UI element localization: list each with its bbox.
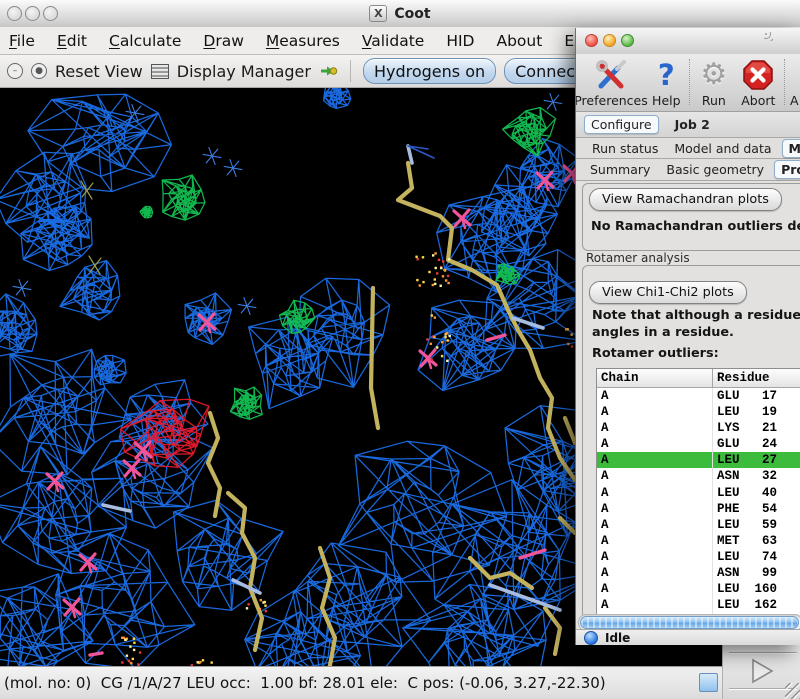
help-label: Help — [652, 93, 681, 108]
toolbar-separator — [689, 59, 691, 105]
preferences-label: Preferences — [575, 93, 648, 108]
menu-item-draw[interactable]: Draw — [203, 32, 244, 50]
table-row[interactable]: AGLU 17 — [597, 388, 800, 404]
dialog-close-button[interactable] — [585, 34, 598, 47]
dialog-toolbar: Preferences ? Help ⚙ Run — [576, 54, 800, 112]
go-arrow-icon[interactable] — [319, 64, 338, 78]
tab-configure[interactable]: Configure — [584, 115, 659, 134]
abort-label: Abort — [741, 93, 775, 108]
help-button[interactable]: ? Help — [646, 57, 687, 108]
tab-summary[interactable]: Summary — [584, 161, 656, 178]
help-question-icon: ? — [658, 57, 675, 93]
resize-grip[interactable] — [785, 683, 800, 699]
preferences-tools-icon — [594, 57, 628, 93]
abort-button[interactable]: Abort — [735, 57, 781, 108]
dialog-minimize-button[interactable] — [603, 34, 616, 47]
hydrogens-toggle-button[interactable]: Hydrogens on — [363, 58, 496, 84]
run-button[interactable]: ⚙ Run — [693, 57, 736, 108]
tab-molprobit[interactable]: MolProbit — [782, 139, 800, 158]
abort-octagon-icon — [742, 57, 774, 93]
tab-run-status[interactable]: Run status — [586, 140, 664, 157]
rotamer-note-line2: angles in a residue. — [592, 325, 734, 340]
window-minimize-button[interactable] — [25, 6, 40, 21]
main-titlebar[interactable]: X Coot — [0, 0, 800, 28]
toolbar-separator — [350, 60, 351, 82]
run-gear-icon: ⚙ — [700, 57, 727, 93]
table-row[interactable]: ALEU 59 — [597, 517, 800, 533]
table-row[interactable]: ALEU 74 — [597, 549, 800, 565]
zoom-dot-icon[interactable]: ● — [31, 63, 47, 79]
table-row[interactable]: ALEU 160 — [597, 581, 800, 597]
menu-item-measures[interactable]: Measures — [266, 32, 340, 50]
rotamer-outliers-label: Rotamer outliers: — [592, 346, 719, 361]
ramachandran-status-text: No Ramachandran outliers detecte — [591, 219, 800, 234]
status-scroll-widget[interactable] — [699, 673, 718, 692]
table-row[interactable]: AMET 63 — [597, 533, 800, 549]
window-title: Coot — [394, 6, 430, 22]
table-row[interactable]: ALEU 162 — [597, 597, 800, 613]
tab-job-2[interactable]: Job 2 — [669, 116, 716, 133]
menu-item-hid[interactable]: HID — [446, 32, 474, 50]
menu-item-validate[interactable]: Validate — [362, 32, 424, 50]
rotamer-frame-label: Rotamer analysis — [586, 251, 690, 265]
view-chi-plots-button[interactable]: View Chi1-Chi2 plots — [589, 281, 747, 304]
notebook-tabs-categories: SummaryBasic geometryProteinCl — [576, 159, 800, 181]
status-indicator-dot — [584, 631, 598, 645]
menu-item-edit[interactable]: Edit — [57, 32, 87, 50]
window-title-group: X Coot — [369, 5, 430, 22]
run-label: Run — [702, 93, 726, 108]
toolbar-separator — [784, 59, 786, 105]
table-row[interactable]: ALEU 40 — [597, 485, 800, 501]
corner-panel — [722, 645, 800, 699]
table-row[interactable]: AASN 32 — [597, 468, 800, 484]
tab-model-and-data[interactable]: Model and data — [668, 140, 777, 157]
tab-protein[interactable]: Protein — [774, 160, 800, 179]
dialog-statusbar: Idle — [576, 629, 800, 645]
clipped-label: A — [790, 93, 799, 108]
coot-application-window: X Coot File Edit Calculate Draw Measures Vali… — [0, 0, 800, 699]
dialog-titlebar[interactable] — [576, 28, 800, 55]
tab-basic-geometry[interactable]: Basic geometry — [660, 161, 770, 178]
menu-item-about[interactable]: About — [496, 32, 542, 50]
dialog-status-text: Idle — [605, 631, 630, 645]
table-row[interactable]: AASN 99 — [597, 565, 800, 581]
display-manager-button[interactable]: Display Manager — [177, 62, 311, 81]
protein-tab-content: View Ramachandran plots No Ramachandran … — [576, 181, 800, 629]
dialog-drag-grip — [764, 32, 773, 41]
notebook-tabs-jobs: Configure Job 2 — [576, 112, 800, 138]
rotamer-note-line1: Note that although a residue may lie — [592, 308, 800, 323]
preferences-button[interactable]: Preferences — [576, 57, 646, 108]
expander-triangle-icon[interactable] — [745, 657, 779, 685]
menu-item-file[interactable]: File — [9, 32, 35, 50]
clipped-toolbar-button[interactable]: A — [787, 57, 800, 108]
table-row[interactable]: ALEU 27 — [597, 452, 800, 468]
window-close-button[interactable] — [7, 6, 22, 21]
ridge-line — [729, 652, 797, 654]
view-ramachandran-plots-button[interactable]: View Ramachandran plots — [589, 188, 782, 211]
main-statusbar: (mol. no: 0) CG /1/A/27 LEU occ: 1.00 bf… — [0, 666, 800, 699]
table-row[interactable]: AGLU 24 — [597, 436, 800, 452]
column-header-chain[interactable]: Chain — [597, 371, 712, 385]
table-row[interactable]: APHE 54 — [597, 501, 800, 517]
menu-item-calculate[interactable]: Calculate — [109, 32, 181, 50]
x11-icon: X — [369, 5, 387, 22]
atom-status-text: (mol. no: 0) CG /1/A/27 LEU occ: 1.00 bf… — [4, 674, 606, 692]
molprobity-dialog: Preferences ? Help ⚙ Run — [575, 28, 800, 645]
reset-view-button[interactable]: Reset View — [55, 62, 143, 81]
table-body: AGLU 17ALEU 19ALYS 21AGLU 24ALEU 27AASN … — [597, 388, 800, 618]
column-header-residue[interactable]: Residue — [712, 369, 800, 387]
display-manager-icon[interactable] — [151, 64, 169, 79]
table-header[interactable]: Chain Residue — [597, 369, 800, 388]
scrollbar-thumb[interactable] — [580, 616, 799, 629]
window-zoom-button[interactable] — [43, 6, 58, 21]
table-row[interactable]: ALYS 21 — [597, 420, 800, 436]
rotamer-outliers-table: Chain Residue AGLU 17ALEU 19ALYS 21AGLU … — [596, 368, 800, 619]
zoom-minus-icon[interactable]: – — [7, 63, 23, 79]
notebook-tabs-results: Run statusModel and data MolProbit — [576, 138, 800, 159]
dialog-zoom-button[interactable] — [621, 34, 634, 47]
table-row[interactable]: ALEU 19 — [597, 404, 800, 420]
